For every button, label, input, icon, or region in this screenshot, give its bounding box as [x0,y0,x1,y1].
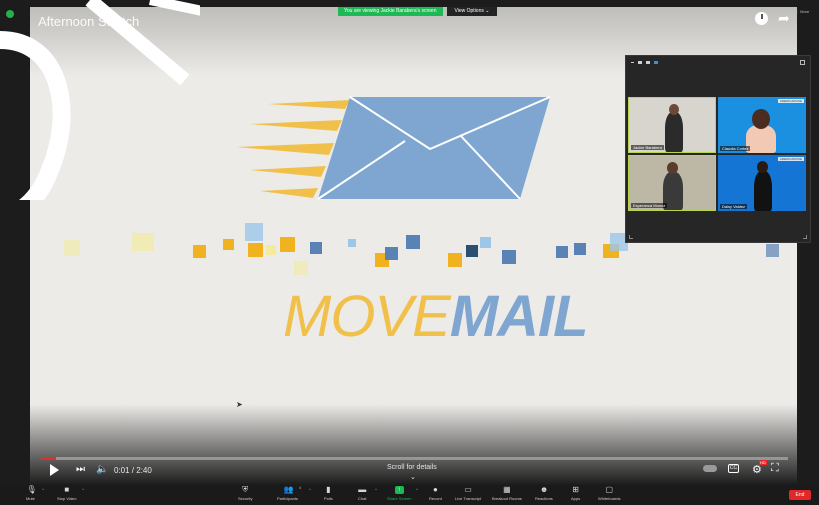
participant-name: Claudia Cortez [720,146,751,151]
end-meeting-button[interactable]: End [789,490,811,500]
share-options-caret[interactable]: ^ [416,487,418,492]
shield-icon: ⛨ [242,485,249,494]
stop-video-label: Stop Video [57,496,77,501]
security-label: Security [238,496,253,501]
participant-tile[interactable]: Esperanza Munoz [628,155,716,211]
polls-button[interactable]: ▮ Polls [324,485,333,502]
participant-tile[interactable]: AMERICAROSE Daisy Valdez [718,155,806,211]
whiteboards-button[interactable]: ▢ Whiteboards [598,485,621,502]
cc-icon: ▭ [464,485,472,494]
participant-tile[interactable]: AMERICAROSE Claudia Cortez [718,97,806,153]
video-title[interactable]: Afternoon Stretch [38,14,139,29]
participants-options-caret[interactable]: ^ [309,487,311,492]
play-icon[interactable] [50,464,59,476]
gallery-view-icon[interactable] [654,61,658,64]
chevron-down-icon[interactable]: ⌄ [410,473,416,481]
polls-label: Polls [324,496,333,501]
participants-count: 4 [299,485,302,490]
share-arrow-icon[interactable]: ➦ [778,11,790,25]
participant-tag: AMERICAROSE [777,157,804,161]
participant-name: Daisy Valdez [720,204,748,209]
speaker-view-icon[interactable] [638,61,642,64]
movemail-wordmark: MOVEMAIL [283,283,589,350]
mouse-cursor-icon: ➤ [236,400,243,409]
mute-button[interactable]: 🎙 Mute [26,485,37,502]
resize-grip-icon[interactable] [629,235,633,239]
video-top-actions: ➦ [755,11,790,25]
watch-later-icon[interactable] [755,12,768,25]
chat-options-caret[interactable]: ^ [375,487,377,492]
chat-button[interactable]: ▬ Chat [358,485,367,502]
participant-tile[interactable]: Jackie Barabera [628,97,716,153]
mute-label: Mute [26,496,35,501]
chat-bubble-icon: ▬ [358,485,367,494]
audio-options-caret[interactable]: ^ [42,487,44,492]
participants-button[interactable]: 👥 Participants [277,485,298,502]
whiteboard-icon: ▢ [605,485,614,494]
bar-chart-icon: ▮ [326,485,331,494]
fullscreen-icon[interactable]: ⛶ [771,462,779,475]
participant-name: Jackie Barabera [631,145,664,150]
participant-tag: AMERICAROSE [777,99,804,103]
share-arrow-up-icon: ↑ [394,486,404,494]
meeting-toolbar: 🎙 Mute ^ ■ Stop Video ^ ⛨ Security 👥 Par… [0,485,819,505]
participant-video [746,125,776,153]
participant-video [667,162,678,174]
viewing-banner: You are viewing Jackie Barabera's screen… [338,7,498,16]
smiley-icon: ☻ [539,485,549,494]
video-progress-bar[interactable] [41,457,788,460]
microphone-icon: 🎙 [26,485,37,494]
wordmark-move: MOVE [283,284,451,349]
breakout-grid-icon: ▦ [503,485,511,494]
autoplay-toggle[interactable] [703,465,717,472]
security-button[interactable]: ⛨ Security [238,485,253,502]
share-screen-button[interactable]: ↑ Share Screen [387,486,411,501]
apps-icon: ⊞ [572,485,579,494]
zoom-meeting-window: MOVEMAIL Afternoon Stretch ➦ You are vie… [0,0,819,505]
gallery-view-controls [631,61,658,64]
participants-icon: 👥 [283,485,294,494]
hd-badge: HD [759,460,767,465]
participants-label: Participants [277,496,298,501]
wordmark-mail: MAIL [449,284,589,349]
live-transcript-label: Live Transcript [455,496,482,501]
view-options-button[interactable]: View Options ⌄ [446,7,498,16]
participant-video [752,109,770,129]
connection-status-icon [6,10,14,18]
live-transcript-button[interactable]: ▭ Live Transcript [455,485,482,502]
share-screen-label: Share Screen [387,496,412,501]
participant-gallery: Jackie Barabera AMERICAROSE Claudia Cort… [625,55,811,243]
captions-icon[interactable]: CC [728,464,739,473]
participant-video [754,171,772,211]
video-time: 0:01 / 2:40 [114,466,152,475]
participant-video [665,112,683,152]
apps-label: Apps [571,496,581,501]
expand-icon[interactable] [800,60,805,65]
strip-view-icon[interactable] [646,61,650,64]
whiteboards-label: Whiteboards [598,496,621,501]
next-icon[interactable]: ⏭ [76,464,85,475]
stop-video-button[interactable]: ■ Stop Video [57,485,77,502]
apps-button[interactable]: ⊞ Apps [571,485,581,502]
video-options-caret[interactable]: ^ [82,487,84,492]
record-button[interactable]: ● Record [429,485,442,502]
volume-icon[interactable]: 🔈 [96,464,108,475]
more-button[interactable]: ⋮ More [795,9,809,14]
chat-label: Chat [358,496,367,501]
record-icon: ● [433,485,438,494]
reactions-label: Reactions [535,496,553,501]
participant-name: Esperanza Munoz [631,203,668,208]
breakout-rooms-button[interactable]: ▦ Breakout Rooms [492,485,522,502]
participant-video [757,161,768,173]
reactions-button[interactable]: ☻ Reactions [535,485,553,502]
video-camera-icon: ■ [64,485,70,494]
participant-video [669,104,679,115]
record-label: Record [429,496,442,501]
breakout-rooms-label: Breakout Rooms [492,496,522,501]
resize-handle-icon[interactable] [803,235,807,239]
minimize-icon[interactable] [631,62,634,63]
scroll-hint[interactable]: Scroll for details [387,464,437,471]
viewing-message: You are viewing Jackie Barabera's screen [338,7,443,16]
